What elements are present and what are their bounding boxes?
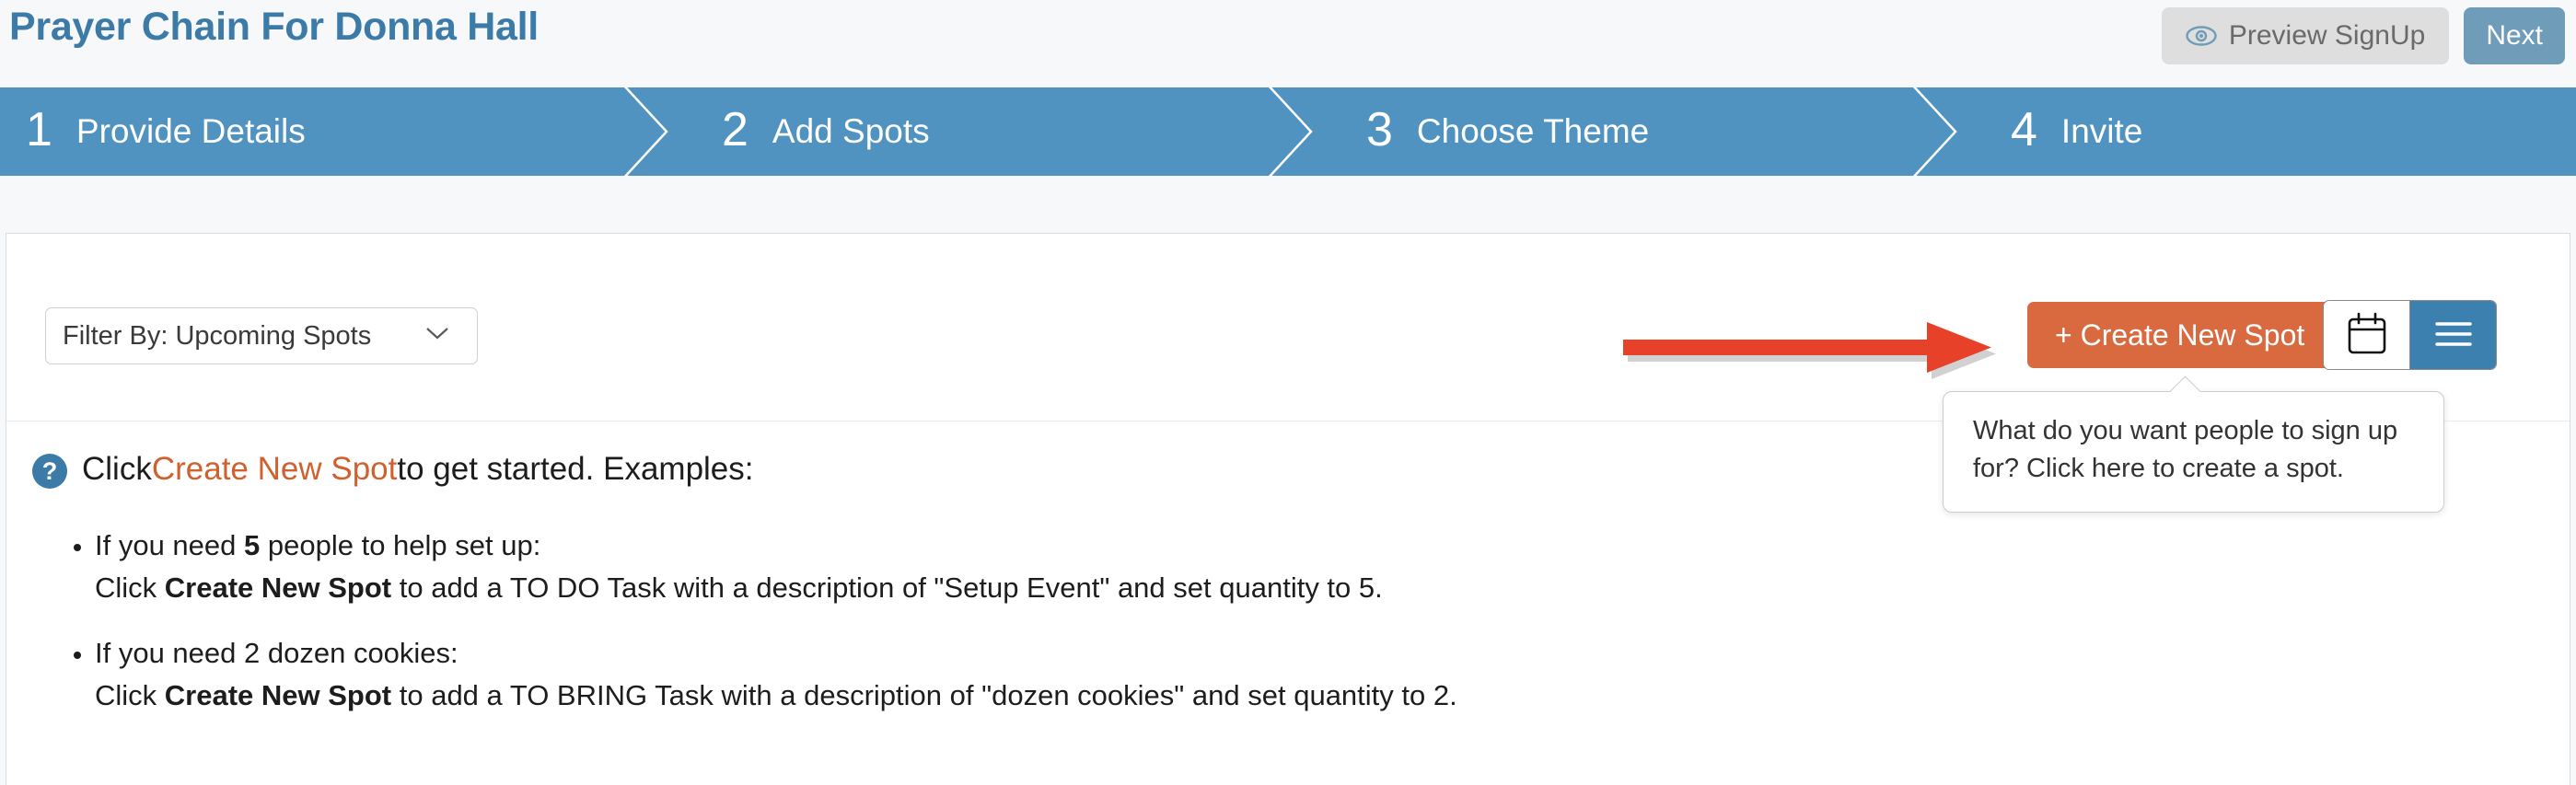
step-number: 2: [722, 103, 748, 156]
example-line2-bold: Create New Spot: [164, 678, 392, 711]
top-header-bar: Prayer Chain For Donna Hall Preview Sign…: [0, 0, 2576, 87]
example-line1-b: people to help set up:: [260, 529, 541, 561]
list-item: If you need 5 people to help set up: Cli…: [95, 525, 2570, 608]
preview-signup-label: Preview SignUp: [2228, 20, 2426, 51]
calendar-view-button[interactable]: [2324, 301, 2409, 369]
example-line1-a: If you need 2 dozen cookies:: [95, 637, 458, 670]
list-item: If you need 2 dozen cookies: Click Creat…: [95, 632, 2570, 716]
example-line2-a: Click: [95, 571, 165, 604]
example-line2-bold: Create New Spot: [164, 571, 392, 604]
step-label: Provide Details: [75, 112, 306, 150]
example-line2-b: to add a TO DO Task with a description o…: [391, 571, 1383, 604]
question-mark-icon: ?: [32, 454, 67, 489]
examples-list: If you need 5 people to help set up: Cli…: [6, 525, 2570, 716]
step-label: Invite: [2060, 112, 2143, 150]
create-new-spot-button[interactable]: + Create New Spot: [2027, 302, 2333, 368]
page-title: Prayer Chain For Donna Hall: [9, 5, 539, 49]
view-mode-toggle: [2323, 300, 2497, 370]
filter-select[interactable]: Filter By: Upcoming Spots: [45, 307, 478, 364]
example-line2: Click Create New Spot to add a TO BRING …: [95, 675, 2570, 717]
list-view-icon: [2432, 317, 2475, 353]
tooltip-pointer: [2169, 375, 2202, 392]
step-label: Add Spots: [772, 112, 930, 150]
create-spot-tooltip: What do you want people to sign up for? …: [1943, 391, 2444, 514]
tooltip-text: What do you want people to sign up for? …: [1973, 416, 2398, 484]
eye-icon: [2186, 26, 2217, 46]
example-line1-bold: 5: [244, 529, 261, 561]
header-actions: Preview SignUp Next: [2161, 7, 2565, 64]
next-button[interactable]: Next: [2464, 7, 2565, 64]
example-line2-a: Click: [95, 678, 165, 711]
step-item-choose-theme[interactable]: 3 Choose Theme: [1289, 87, 1957, 176]
list-view-button[interactable]: [2410, 301, 2496, 369]
step-item-invite[interactable]: 4 Invite: [1933, 87, 2576, 176]
step-number: 3: [1366, 103, 1393, 156]
example-line2-b: to add a TO BRING Task with a descriptio…: [391, 678, 1457, 711]
step-item-provide-details[interactable]: 1 Provide Details: [0, 87, 668, 176]
help-lead-before: Click: [82, 451, 152, 487]
help-lead-after: to get started. Examples:: [397, 451, 754, 487]
step-number: 1: [26, 103, 52, 156]
example-line2: Click Create New Spot to add a TO DO Tas…: [95, 567, 2570, 609]
wizard-step-bar: 1 Provide Details 2 Add Spots 3 Choose T…: [0, 87, 2576, 176]
help-lead-accent: Create New Spot: [151, 451, 398, 487]
step-item-add-spots[interactable]: 2 Add Spots: [644, 87, 1313, 176]
preview-signup-button[interactable]: Preview SignUp: [2161, 7, 2450, 64]
example-line1-a: If you need: [95, 529, 245, 561]
calendar-icon: [2346, 312, 2388, 359]
step-number: 4: [2011, 103, 2037, 156]
step-label: Choose Theme: [1416, 112, 1650, 150]
